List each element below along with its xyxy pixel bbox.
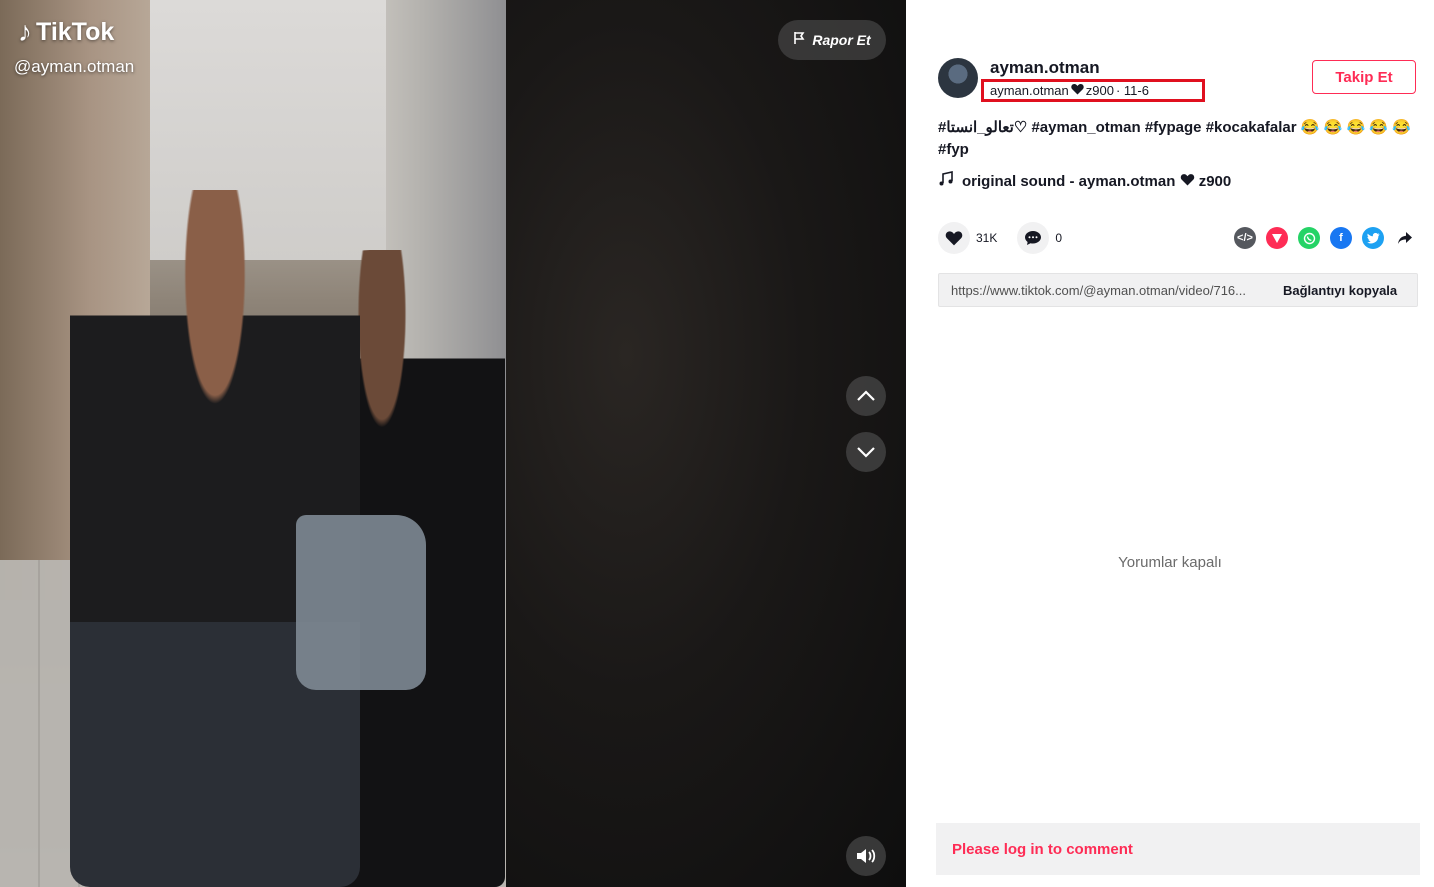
- hashtag-link[interactable]: #fyp: [938, 141, 969, 158]
- plastic-bag: [296, 515, 426, 690]
- avatar[interactable]: [938, 58, 978, 98]
- chevron-up-icon: [857, 390, 875, 401]
- send-icon[interactable]: [1266, 227, 1288, 249]
- next-video-button[interactable]: [846, 432, 886, 472]
- video-player[interactable]: ♪ TikTok @ayman.otman Rapor Et: [0, 0, 906, 887]
- login-to-comment-link[interactable]: Please log in to comment: [952, 841, 1133, 858]
- follow-button[interactable]: Takip Et: [1312, 60, 1416, 94]
- flag-icon: [793, 31, 806, 49]
- like-button[interactable]: [938, 222, 970, 254]
- video-description: #تعالو_انستا♡ #ayman_otman #fypage #koca…: [938, 117, 1418, 161]
- tiktok-brand-text: TikTok: [36, 17, 115, 46]
- emoji-text: 😂 😂 😂 😂 😂: [1300, 119, 1411, 136]
- report-button[interactable]: Rapor Et: [778, 20, 886, 60]
- comment-button[interactable]: [1017, 222, 1050, 254]
- comment-count: 0: [1055, 231, 1063, 245]
- video-blur-background: [506, 0, 906, 887]
- tiktok-note-icon: ♪: [18, 16, 32, 47]
- like-count: 31K: [976, 231, 998, 245]
- share-link-box: https://www.tiktok.com/@ayman.otman/vide…: [938, 273, 1418, 307]
- sound-link[interactable]: original sound - ayman.otman z900: [938, 171, 1231, 191]
- share-arrow-icon[interactable]: [1394, 227, 1416, 249]
- twitter-icon[interactable]: [1362, 227, 1384, 249]
- video-frame[interactable]: ♪ TikTok @ayman.otman: [0, 0, 506, 887]
- hashtag-link[interactable]: #ayman_otman: [1031, 119, 1140, 136]
- embed-icon[interactable]: </>: [1234, 227, 1256, 249]
- login-prompt-bar: Please log in to comment: [936, 823, 1420, 875]
- engagement-row: 31K 0: [938, 222, 1082, 254]
- author-username[interactable]: ayman.otman: [990, 58, 1100, 78]
- heart-icon: [945, 231, 963, 246]
- hashtag-link[interactable]: #تعالو_انستا♡: [938, 119, 1027, 136]
- sound-title-suffix: z900: [1198, 172, 1232, 190]
- details-panel: ayman.otman ayman.otman z900 · 11-6 Taki…: [906, 0, 1434, 887]
- video-handle: @ayman.otman: [14, 57, 135, 76]
- share-icons: </> f: [1234, 227, 1416, 249]
- heart-icon: [1180, 173, 1199, 190]
- report-label: Rapor Et: [812, 32, 871, 48]
- comments-disabled-text: Yorumlar kapalı: [1118, 554, 1222, 571]
- speaker-icon: [857, 849, 876, 863]
- sound-title-prefix: original sound - ayman.otman: [962, 172, 1176, 190]
- volume-button[interactable]: [846, 836, 886, 876]
- copy-link-button[interactable]: Bağlantıyı kopyala: [1283, 283, 1397, 298]
- music-note-icon: [938, 171, 954, 191]
- share-link-url[interactable]: https://www.tiktok.com/@ayman.otman/vide…: [951, 283, 1269, 298]
- previous-video-button[interactable]: [846, 376, 886, 416]
- whatsapp-icon[interactable]: [1298, 227, 1320, 249]
- sound-title: original sound - ayman.otman z900: [962, 173, 1231, 190]
- hashtag-link[interactable]: #kocakafalar: [1206, 119, 1297, 136]
- hashtag-link[interactable]: #fypage: [1145, 119, 1202, 136]
- annotation-highlight-box: [981, 79, 1205, 102]
- comment-icon: [1025, 231, 1042, 245]
- facebook-icon[interactable]: f: [1330, 227, 1352, 249]
- tiktok-watermark: ♪ TikTok: [18, 16, 114, 48]
- chevron-down-icon: [857, 447, 875, 458]
